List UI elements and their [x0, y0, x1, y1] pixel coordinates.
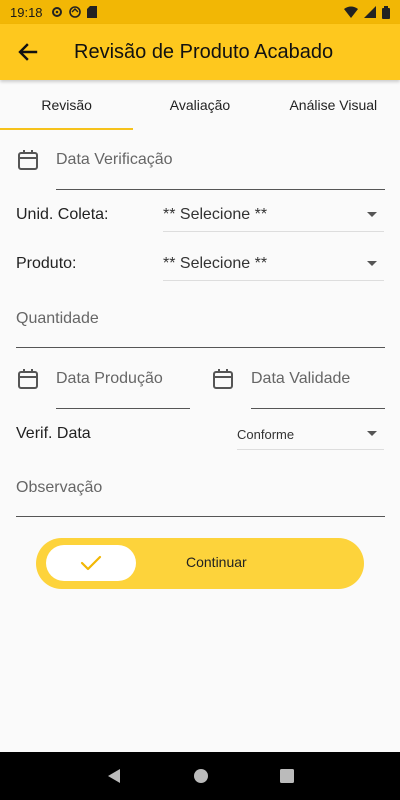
produto-underline [163, 280, 384, 281]
chevron-down-icon[interactable] [367, 431, 377, 436]
quantidade-underline [16, 347, 385, 348]
unid-coleta-select[interactable]: ** Selecione ** [163, 206, 267, 224]
nav-recents-icon[interactable] [280, 769, 295, 783]
sync-icon [68, 6, 81, 18]
tab-analise-visual[interactable]: Análise Visual [267, 80, 400, 130]
quantidade-input[interactable]: Quantidade [16, 310, 99, 328]
observacao-underline [16, 516, 385, 517]
wifi-icon [344, 6, 358, 18]
chevron-down-icon[interactable] [367, 212, 377, 217]
battery-icon [382, 5, 390, 19]
data-verificacao-input[interactable]: Data Verificação [56, 151, 173, 169]
calendar-icon[interactable] [211, 367, 235, 391]
arrow-back-icon [18, 43, 38, 61]
status-time: 19:18 [10, 4, 43, 20]
verif-data-underline [237, 449, 384, 450]
settings-icon [51, 7, 62, 17]
verif-data-label: Verif. Data [16, 425, 91, 442]
nav-home-icon[interactable] [193, 768, 209, 784]
calendar-icon[interactable] [16, 367, 40, 391]
tab-avaliacao[interactable]: Avaliação [133, 80, 266, 130]
chevron-down-icon[interactable] [367, 261, 377, 266]
observacao-input[interactable]: Observação [16, 479, 102, 497]
data-validade-input[interactable]: Data Validade [251, 370, 350, 388]
status-bar: 19:18 [0, 0, 400, 24]
data-producao-underline [56, 408, 190, 409]
data-producao-input[interactable]: Data Produção [56, 370, 163, 388]
nav-back-icon[interactable] [106, 768, 122, 784]
data-verificacao-underline [56, 189, 385, 190]
calendar-icon[interactable] [16, 148, 40, 172]
continue-label: Continuar [186, 554, 247, 570]
data-validade-underline [251, 408, 385, 409]
produto-label: Produto: [16, 255, 77, 272]
unid-coleta-label: Unid. Coleta: [16, 206, 109, 223]
tab-revisao[interactable]: Revisão [0, 80, 134, 130]
system-nav-bar [0, 752, 400, 800]
swipe-knob[interactable] [46, 545, 136, 581]
back-button[interactable] [0, 24, 56, 80]
check-icon [80, 555, 102, 571]
page-title: Revisão de Produto Acabado [74, 40, 334, 63]
verif-data-select[interactable]: Conforme [237, 427, 294, 442]
produto-select[interactable]: ** Selecione ** [163, 255, 267, 273]
continue-button[interactable]: Continuar [36, 538, 364, 589]
unid-coleta-underline [163, 231, 384, 232]
tab-bar: Revisão Avaliação Análise Visual [0, 80, 400, 130]
signal-icon [364, 6, 376, 18]
app-bar: Revisão de Produto Acabado [0, 24, 400, 80]
sd-card-icon [86, 6, 97, 18]
